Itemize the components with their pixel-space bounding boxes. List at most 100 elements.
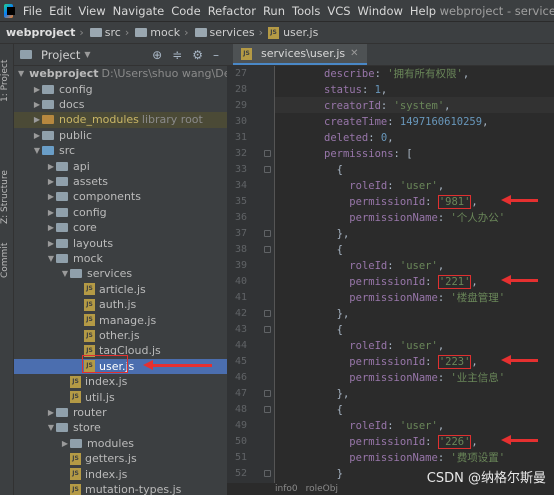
commit-tool-tab[interactable]: Commit — [0, 240, 14, 280]
line-number: 45 — [234, 356, 247, 367]
line-number: 48 — [234, 404, 247, 415]
structure-tool-tab[interactable]: Z: Structure — [0, 160, 14, 234]
code-line: roleId: 'user', — [349, 420, 445, 432]
tree-item[interactable]: ▶ modules — [14, 436, 227, 452]
fold-marker-icon[interactable] — [264, 326, 271, 333]
fold-marker-icon[interactable] — [264, 246, 271, 253]
tree-item[interactable]: ▼ webprojectD:\Users\shuo wang\Deskto — [14, 66, 227, 82]
line-number: 30 — [234, 116, 247, 127]
js-file-icon: JS — [84, 298, 95, 311]
breadcrumb-item[interactable]: › src — [75, 26, 120, 39]
tree-item[interactable]: JS manage.js — [14, 312, 227, 328]
fold-marker-icon[interactable] — [264, 310, 271, 317]
fold-marker-icon[interactable] — [264, 390, 271, 397]
tree-item[interactable]: JS other.js — [14, 328, 227, 344]
tree-item[interactable]: JS mutation-types.js — [14, 482, 227, 495]
tree-item[interactable]: ▶ docs — [14, 97, 227, 113]
tree-item[interactable]: JS index.js — [14, 374, 227, 390]
chevron-down-icon[interactable]: ▼ — [60, 269, 70, 278]
tree-item[interactable]: ▶ api — [14, 158, 227, 174]
chevron-right-icon[interactable]: ▶ — [32, 85, 42, 94]
tree-item[interactable]: JS util.js — [14, 389, 227, 405]
tree-item[interactable]: ▶ node_modules library root — [14, 112, 227, 128]
chevron-right-icon[interactable]: ▶ — [46, 177, 56, 186]
tree-item-label: getters.js — [85, 452, 137, 466]
tree-item[interactable]: JS article.js — [14, 282, 227, 298]
chevron-right-icon[interactable]: ▶ — [46, 223, 56, 232]
minimize-icon[interactable]: – — [213, 48, 219, 62]
close-icon[interactable]: ✕ — [350, 48, 358, 59]
project-tree: ▼ webprojectD:\Users\shuo wang\Deskto ▶ con… — [14, 66, 227, 495]
menu-vcs[interactable]: VCS — [324, 0, 354, 22]
code-editor[interactable]: describe: '拥有所有权限', status: 1, creatorId: … — [275, 66, 554, 483]
code-line: { — [324, 164, 343, 176]
fold-marker-icon[interactable] — [264, 230, 271, 237]
chevron-right-icon[interactable]: ▶ — [46, 408, 56, 417]
tree-item-label: other.js — [99, 329, 140, 343]
folder-icon — [56, 207, 68, 217]
project-view-selector[interactable]: Project ▼ — [20, 48, 91, 62]
locate-icon[interactable]: ⊕ — [152, 48, 162, 62]
tree-item[interactable]: ▼ src — [14, 143, 227, 159]
chevron-down-icon[interactable]: ▼ — [46, 254, 56, 263]
fold-marker-icon[interactable] — [264, 470, 271, 477]
project-tool-tab[interactable]: 1: Project — [0, 50, 14, 112]
tree-item[interactable]: JS auth.js — [14, 297, 227, 313]
menu-run[interactable]: Run — [259, 0, 288, 22]
tree-item[interactable]: JS getters.js — [14, 451, 227, 467]
chevron-right-icon[interactable]: ▶ — [32, 100, 42, 109]
tree-item[interactable]: ▶ config — [14, 205, 227, 221]
chevron-right-icon[interactable]: ▶ — [46, 192, 56, 201]
menu-help[interactable]: Help — [406, 0, 439, 22]
tab-user-js[interactable]: JS services\user.js ✕ — [233, 44, 367, 65]
breadcrumb-item[interactable]: webproject — [0, 26, 75, 39]
fold-marker-icon[interactable] — [264, 150, 271, 157]
chevron-down-icon[interactable]: ▼ — [32, 146, 42, 155]
tree-item-label: components — [73, 190, 141, 204]
tree-item-label: docs — [59, 98, 85, 112]
menu-edit[interactable]: Edit — [46, 0, 75, 22]
chevron-down-icon[interactable]: ▼ — [46, 423, 56, 432]
tree-item[interactable]: ▼ services — [14, 266, 227, 282]
tree-item[interactable]: ▼ mock — [14, 251, 227, 267]
chevron-right-icon[interactable]: ▶ — [60, 439, 70, 448]
fold-marker-icon[interactable] — [264, 166, 271, 173]
menu-view[interactable]: View — [75, 0, 109, 22]
tree-item[interactable]: ▶ components — [14, 189, 227, 205]
menu-file[interactable]: File — [19, 0, 45, 22]
tree-item[interactable]: ▶ core — [14, 220, 227, 236]
js-file-icon: JS — [70, 483, 81, 495]
tree-item[interactable]: ▼ store — [14, 420, 227, 436]
code-line: permissionName: '业主信息' — [349, 372, 506, 384]
code-line: permissionName: '楼盘管理' — [349, 292, 506, 304]
menu-refactor[interactable]: Refactor — [204, 0, 259, 22]
tree-item[interactable]: ▶ assets — [14, 174, 227, 190]
chevron-right-icon[interactable]: ▶ — [32, 115, 42, 124]
chevron-right-icon: › — [79, 26, 84, 39]
status-crumb[interactable]: roleObj — [306, 484, 338, 494]
chevron-down-icon[interactable]: ▼ — [18, 69, 24, 78]
tree-item[interactable]: ▶ config — [14, 81, 227, 97]
menu-window[interactable]: Window — [354, 0, 406, 22]
tree-item[interactable]: ▶ layouts — [14, 235, 227, 251]
collapse-icon[interactable]: ≑ — [172, 48, 182, 62]
fold-marker-icon[interactable] — [264, 406, 271, 413]
menu-tools[interactable]: Tools — [289, 0, 324, 22]
breadcrumb-item[interactable]: › JS user.js — [255, 26, 319, 39]
breadcrumb-item[interactable]: › mock — [121, 26, 180, 39]
tree-item-label: store — [73, 421, 101, 435]
tree-item[interactable]: ▶ public — [14, 128, 227, 144]
chevron-right-icon[interactable]: ▶ — [32, 131, 42, 140]
gear-icon[interactable]: ⚙ — [192, 48, 203, 62]
breadcrumb-item[interactable]: › services — [180, 26, 255, 39]
menu-code[interactable]: Code — [168, 0, 204, 22]
tree-item[interactable]: JS index.js — [14, 466, 227, 482]
chevron-right-icon[interactable]: ▶ — [46, 239, 56, 248]
status-crumb[interactable]: info0 — [275, 484, 298, 494]
chevron-right-icon[interactable]: ▶ — [46, 162, 56, 171]
tree-item[interactable]: ▶ router — [14, 405, 227, 421]
tree-item-label: api — [73, 159, 90, 173]
menu-navigate[interactable]: Navigate — [109, 0, 168, 22]
code-line: }, — [324, 388, 350, 400]
chevron-right-icon[interactable]: ▶ — [46, 208, 56, 217]
